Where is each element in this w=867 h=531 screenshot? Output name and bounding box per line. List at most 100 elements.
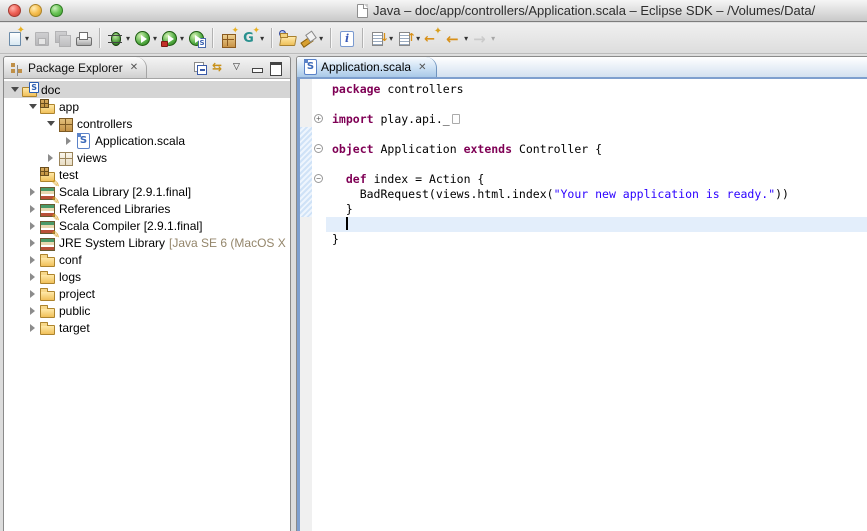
next-annotation-button[interactable]: ▾ — [368, 26, 395, 51]
chevron-down-icon[interactable]: ▾ — [260, 34, 264, 43]
folded-region-icon[interactable] — [452, 114, 460, 124]
code-token: extends — [464, 142, 512, 156]
tree-item-referenced-libraries[interactable]: Referenced Libraries — [4, 200, 290, 217]
last-edit-location-button[interactable] — [422, 26, 443, 51]
chevron-down-icon[interactable]: ▾ — [464, 34, 468, 43]
maximize-button[interactable] — [269, 60, 284, 75]
tree-item-jre-system-library[interactable]: JRE System Library[Java SE 6 (MacOS X De… — [4, 234, 290, 251]
tree-item-scala-compiler-2-9-1-final[interactable]: Scala Compiler [2.9.1.final] — [4, 217, 290, 234]
expander-collapsed-icon[interactable] — [26, 205, 39, 213]
tree-item-project[interactable]: project — [4, 285, 290, 302]
expander-collapsed-icon[interactable] — [26, 239, 39, 247]
chevron-down-icon[interactable]: ▾ — [416, 34, 420, 43]
expander-expanded-icon[interactable] — [8, 87, 21, 92]
chevron-down-icon[interactable]: ▾ — [153, 34, 157, 43]
new-package-button[interactable]: ✦ — [218, 26, 239, 51]
expander-collapsed-icon[interactable] — [44, 154, 57, 162]
run-history-button[interactable]: ▾ — [159, 26, 186, 51]
code-token: package — [332, 82, 380, 96]
package-icon — [57, 116, 75, 132]
code-line-8[interactable]: BadRequest(views.html.index("Your new ap… — [326, 187, 867, 202]
chevron-down-icon[interactable]: ▾ — [319, 34, 323, 43]
tree-item-label: conf — [59, 253, 82, 267]
code-line-11[interactable]: } — [326, 232, 867, 247]
minimize-window-button[interactable] — [29, 4, 42, 17]
new-wizard-button[interactable]: ▾ — [4, 26, 31, 51]
tree-item-scala-library-2-9-1-final[interactable]: Scala Library [2.9.1.final] — [4, 183, 290, 200]
close-icon[interactable]: ✕ — [418, 62, 426, 73]
code-line-9[interactable]: } — [326, 202, 867, 217]
chevron-down-icon[interactable]: ▾ — [25, 34, 29, 43]
collapse-all-button[interactable] — [193, 60, 208, 75]
code-token: object — [332, 142, 374, 156]
collapse-fold-icon[interactable]: − — [314, 174, 323, 183]
expander-collapsed-icon[interactable] — [26, 324, 39, 332]
editor-tab-application-scala[interactable]: Application.scala ✕ — [297, 57, 437, 77]
expander-collapsed-icon[interactable] — [26, 188, 39, 196]
close-window-button[interactable] — [8, 4, 21, 17]
view-menu-button[interactable] — [231, 60, 246, 75]
new-class-wizard-button[interactable]: ✦▾ — [239, 26, 266, 51]
expander-collapsed-icon[interactable] — [26, 222, 39, 230]
tree-item-public[interactable]: public — [4, 302, 290, 319]
code-token: Controller { — [512, 142, 602, 156]
folding-ruler[interactable]: + − − — [312, 79, 326, 531]
code-line-4[interactable] — [326, 127, 867, 142]
tree-item-conf[interactable]: conf — [4, 251, 290, 268]
tree-item-label: target — [59, 321, 90, 335]
chevron-down-icon[interactable]: ▾ — [491, 34, 495, 43]
tree-item-target[interactable]: target — [4, 319, 290, 336]
link-with-editor-button[interactable] — [212, 60, 227, 75]
expander-expanded-icon[interactable] — [44, 121, 57, 126]
back-icon — [445, 30, 462, 47]
expand-fold-icon[interactable]: + — [314, 114, 323, 123]
tree-item-doc[interactable]: doc — [4, 81, 290, 98]
code-line-5[interactable]: object Application extends Controller { — [326, 142, 867, 157]
expander-collapsed-icon[interactable] — [62, 137, 75, 145]
expander-collapsed-icon[interactable] — [26, 307, 39, 315]
chevron-down-icon[interactable]: ▾ — [180, 34, 184, 43]
chevron-down-icon[interactable]: ▾ — [389, 34, 393, 43]
code-line-10[interactable] — [326, 217, 867, 232]
code-line-2[interactable] — [326, 97, 867, 112]
collapse-fold-icon[interactable]: − — [314, 144, 323, 153]
range-indicator — [300, 127, 312, 217]
tree-item-controllers[interactable]: controllers — [4, 115, 290, 132]
code-line-7[interactable]: def index = Action { — [326, 172, 867, 187]
zoom-window-button[interactable] — [50, 4, 63, 17]
debug-button[interactable]: ▾ — [105, 26, 132, 51]
package-explorer-tab[interactable]: Package Explorer ✕ — [4, 57, 147, 78]
tree-item-app[interactable]: app — [4, 98, 290, 115]
expander-collapsed-icon[interactable] — [26, 290, 39, 298]
code-line-6[interactable] — [326, 157, 867, 172]
code-line-3[interactable]: import play.api._ — [326, 112, 867, 127]
tree-item-label: Referenced Libraries — [59, 202, 170, 216]
tree-item-views[interactable]: views — [4, 149, 290, 166]
spark-badge: ✦ — [253, 25, 261, 36]
expander-collapsed-icon[interactable] — [26, 256, 39, 264]
print-button[interactable] — [73, 26, 94, 51]
package-explorer-header: Package Explorer ✕ — [4, 57, 290, 79]
mark-occurrences-button[interactable]: ▾ — [298, 26, 325, 51]
chevron-down-icon[interactable]: ▾ — [126, 34, 130, 43]
back-button[interactable]: ▾ — [443, 26, 470, 51]
run-button[interactable]: ▾ — [132, 26, 159, 51]
run-scala-application-button[interactable]: S — [186, 26, 207, 51]
tree-item-test[interactable]: test — [4, 166, 290, 183]
annotation-ruler[interactable] — [300, 79, 312, 531]
folder-icon — [39, 286, 57, 302]
close-icon[interactable]: ✕ — [130, 62, 138, 73]
expander-collapsed-icon[interactable] — [26, 273, 39, 281]
scala-file-icon — [302, 59, 317, 75]
code-area[interactable]: package controllers import play.api._obje… — [326, 79, 867, 531]
previous-annotation-button[interactable]: ▾ — [395, 26, 422, 51]
expander-expanded-icon[interactable] — [26, 104, 39, 109]
tree-item-logs[interactable]: logs — [4, 268, 290, 285]
code-line-1[interactable]: package controllers — [326, 82, 867, 97]
info-button[interactable] — [336, 26, 357, 51]
code-token: } — [332, 232, 339, 246]
minimize-button[interactable] — [250, 60, 265, 75]
open-element-button[interactable] — [277, 26, 298, 51]
tree-item-application-scala[interactable]: Application.scala — [4, 132, 290, 149]
run-red-icon — [161, 30, 178, 47]
